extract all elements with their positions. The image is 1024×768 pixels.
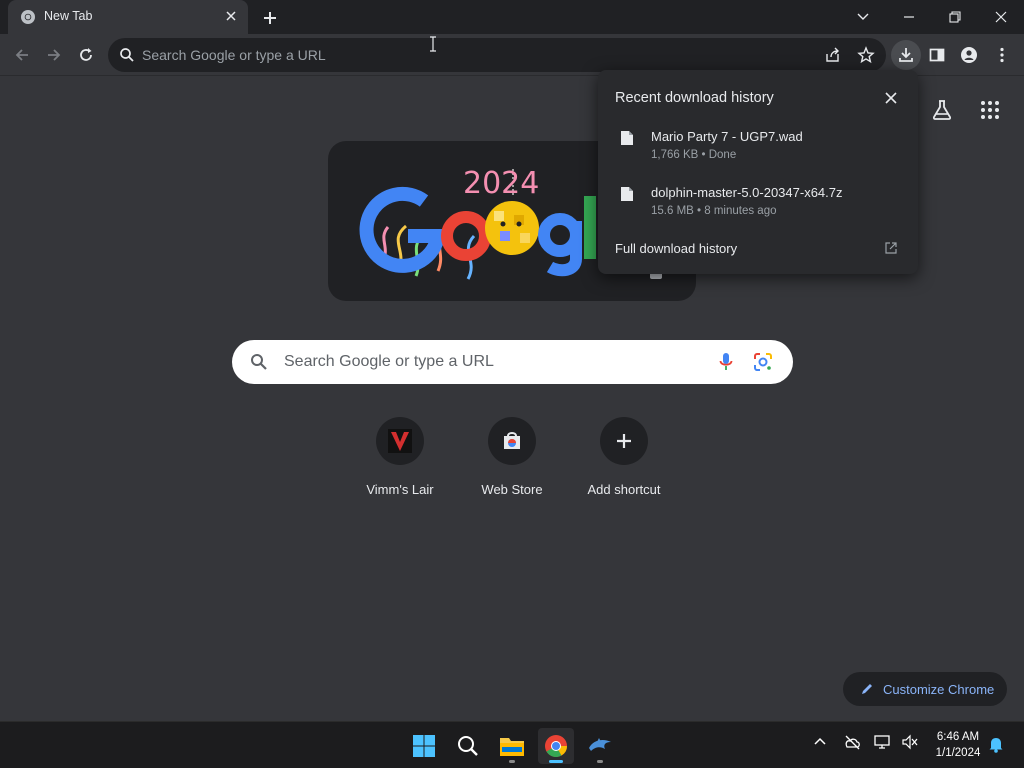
doodle-year: 2024 [463,166,539,201]
close-window-button[interactable] [978,0,1024,34]
ntp-search-placeholder: Search Google or type a URL [284,353,494,370]
shortcut-label: Vimm's Lair [366,482,434,497]
voice-search-icon[interactable] [718,352,734,372]
download-filename: dolphin-master-5.0-20347-x64.7z [651,185,843,200]
running-indicator [597,760,603,763]
title-bar: New Tab [0,0,1024,34]
download-item[interactable]: Mario Party 7 - UGP7.wad 1,766 KB • Done [598,129,918,179]
onedrive-offline-icon[interactable] [843,734,861,750]
tab-new-tab[interactable]: New Tab [8,0,248,34]
taskbar-search-icon[interactable] [450,728,486,764]
profile-icon[interactable] [954,40,984,70]
labs-flask-icon[interactable] [930,98,954,122]
downloads-button[interactable] [891,40,921,70]
search-icon [119,47,135,63]
download-bubble: Recent download history Mario Party 7 - … [598,70,918,274]
file-explorer-icon[interactable] [494,728,530,764]
download-item[interactable]: dolphin-master-5.0-20347-x64.7z 15.6 MB … [598,185,918,235]
omnibox[interactable]: Search Google or type a URL [108,38,886,72]
bookmark-star-icon[interactable] [857,46,875,64]
windows-taskbar: 6:46 AM 1/1/2024 [0,721,1024,768]
open-external-icon[interactable] [885,242,897,254]
shortcut-add[interactable]: Add shortcut [568,417,680,507]
chrome-favicon-icon [20,9,36,25]
clock-date: 1/1/2024 [935,747,981,759]
notification-bell-icon[interactable] [988,735,1004,753]
taskbar-clock[interactable]: 6:46 AM 1/1/2024 [924,729,992,761]
close-icon[interactable] [884,91,898,105]
download-bubble-title: Recent download history [615,90,774,106]
forward-button[interactable] [39,40,69,70]
tab-title: New Tab [44,9,93,23]
back-button[interactable] [7,40,37,70]
file-icon [620,130,634,146]
active-indicator [549,760,563,763]
full-download-history-link[interactable]: Full download history [615,241,737,256]
download-filename: Mario Party 7 - UGP7.wad [651,129,803,144]
google-lens-icon[interactable] [753,352,773,372]
pencil-icon [860,682,874,696]
shortcut-vimms-lair[interactable]: Vimm's Lair [344,417,456,507]
restore-button[interactable] [932,0,978,34]
windows-start-icon[interactable] [406,728,442,764]
clock-time: 6:46 AM [936,731,980,743]
download-status: 1,766 KB • Done [651,149,737,161]
minimize-button[interactable] [886,0,932,34]
file-icon [620,186,634,202]
customize-chrome-button[interactable]: Customize Chrome [843,672,1007,706]
plus-icon [600,417,648,465]
share-icon[interactable] [824,46,842,64]
side-panel-button[interactable] [922,40,952,70]
ntp-search-box[interactable]: Search Google or type a URL [232,340,793,384]
menu-kebab-icon[interactable] [987,40,1017,70]
volume-muted-icon[interactable] [901,734,919,750]
network-icon[interactable] [874,734,892,750]
apps-grid-icon[interactable] [978,98,1002,122]
new-tab-button[interactable] [258,6,282,30]
tab-search-button[interactable] [840,0,886,34]
omnibox-placeholder: Search Google or type a URL [142,47,326,63]
shortcut-label: Add shortcut [587,482,661,497]
shortcut-label: Web Store [481,482,543,497]
customize-chrome-label: Customize Chrome [883,682,995,697]
shortcut-web-store[interactable]: Web Store [456,417,568,507]
chrome-taskbar-icon[interactable] [538,728,574,764]
show-hidden-icons-chevron-icon[interactable] [812,734,828,750]
web-store-icon [488,417,536,465]
vimms-lair-icon [376,417,424,465]
text-cursor-icon [429,36,437,52]
tab-close-icon[interactable] [224,9,238,23]
reload-button[interactable] [71,40,101,70]
running-indicator [509,760,515,763]
download-status: 15.6 MB • 8 minutes ago [651,205,777,217]
search-icon [250,353,268,371]
dolphin-emulator-icon[interactable] [582,728,618,764]
